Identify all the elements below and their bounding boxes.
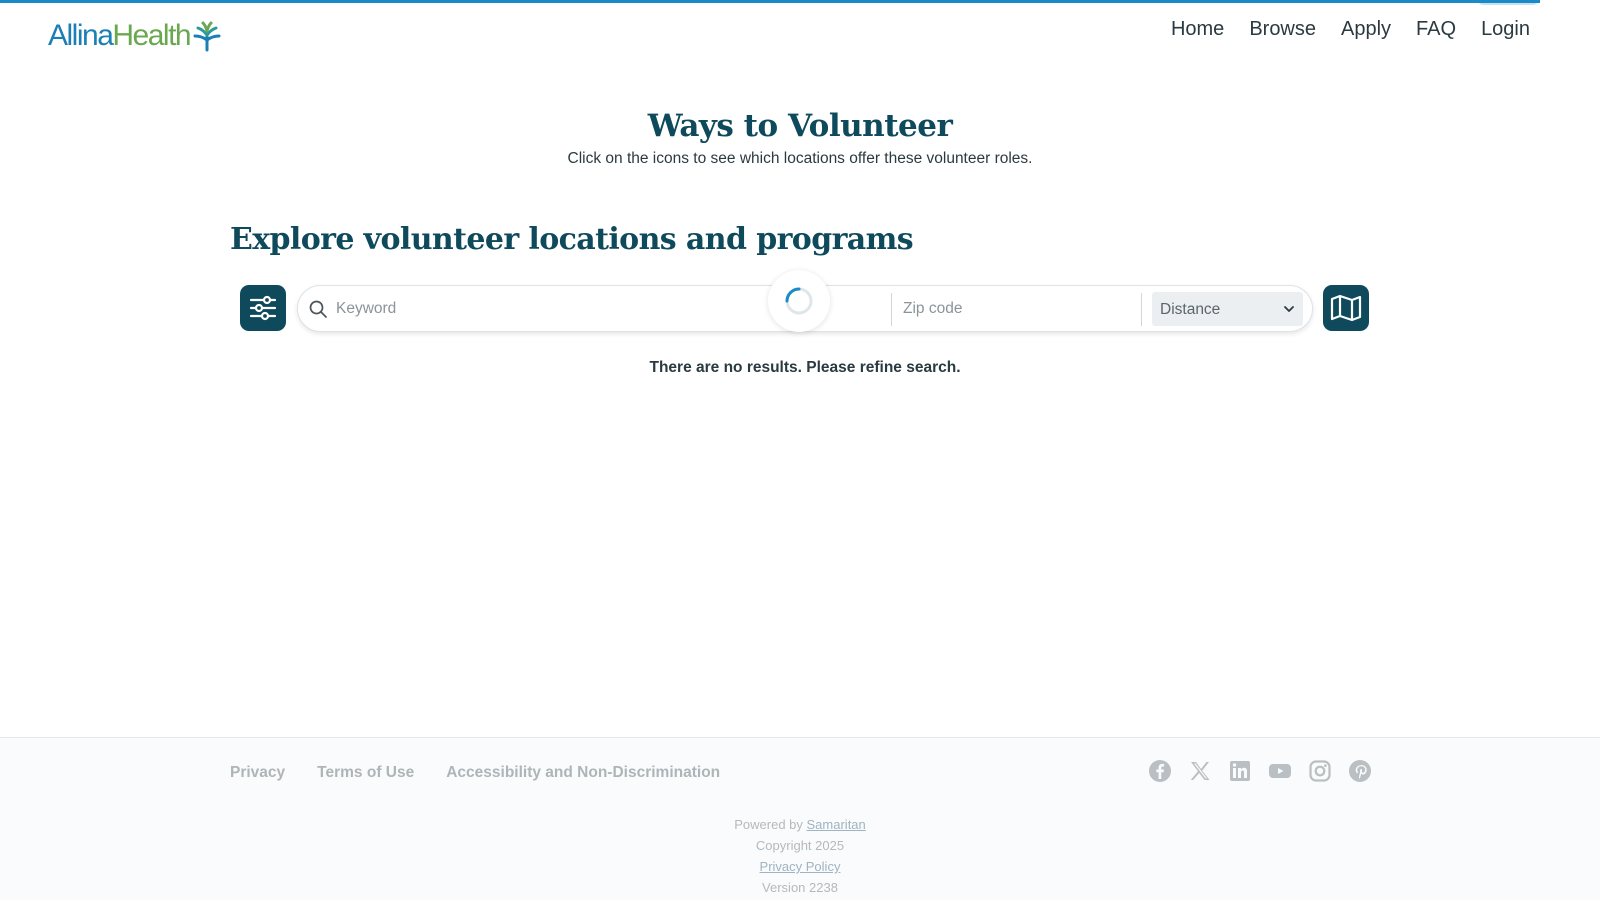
page-title: Ways to Volunteer: [647, 108, 953, 144]
nav-apply[interactable]: Apply: [1341, 16, 1391, 42]
map-view-button[interactable]: [1323, 285, 1369, 331]
distance-select[interactable]: Distance: [1152, 292, 1303, 326]
search-icon: [309, 300, 327, 318]
allina-health-mark-icon: [193, 21, 221, 52]
powered-by-prefix: Powered by: [734, 817, 803, 832]
filter-button[interactable]: [240, 285, 286, 331]
sliders-icon: [249, 295, 277, 321]
brand-name-health: Health: [112, 19, 191, 52]
x-twitter-icon[interactable]: [1188, 759, 1212, 783]
spinner-icon: [785, 287, 813, 315]
version-text: Version 2238: [762, 880, 838, 895]
footer-links: Privacy Terms of Use Accessibility and N…: [230, 764, 720, 782]
brand-logo[interactable]: AllinaHealth: [48, 18, 222, 54]
search-divider: [891, 293, 892, 326]
main-nav: Home Browse Apply FAQ Login: [1171, 16, 1530, 42]
facebook-icon[interactable]: [1148, 759, 1172, 783]
linkedin-icon[interactable]: [1228, 759, 1252, 783]
brand-name-allina: Allina: [48, 19, 114, 52]
social-links: [1148, 759, 1372, 783]
site-footer: Privacy Terms of Use Accessibility and N…: [0, 737, 1600, 900]
samaritan-link[interactable]: Samaritan: [807, 817, 866, 832]
powered-by-line: Powered by Samaritan: [0, 814, 1600, 835]
page-subtitle: Click on the icons to see which location…: [567, 150, 1033, 167]
footer-link-accessibility[interactable]: Accessibility and Non-Discrimination: [446, 764, 720, 782]
nav-browse[interactable]: Browse: [1249, 16, 1316, 42]
instagram-icon[interactable]: [1308, 759, 1332, 783]
brand-wordmark: AllinaHealth: [48, 19, 192, 52]
nav-login[interactable]: Login: [1481, 16, 1530, 42]
footer-meta: Powered by Samaritan Copyright 2025 Priv…: [0, 814, 1600, 898]
zip-code-input[interactable]: [903, 294, 1133, 324]
search-divider: [1141, 293, 1142, 326]
footer-link-terms[interactable]: Terms of Use: [317, 764, 414, 782]
hero-section: Ways to Volunteer Click on the icons to …: [0, 108, 1600, 168]
privacy-policy-link[interactable]: Privacy Policy: [760, 859, 841, 874]
no-results-message: There are no results. Please refine sear…: [649, 359, 961, 376]
copyright-text: Copyright 2025: [755, 838, 845, 853]
footer-link-privacy[interactable]: Privacy: [230, 764, 285, 782]
loading-spinner: [768, 270, 830, 332]
nav-faq[interactable]: FAQ: [1416, 16, 1456, 42]
map-icon: [1330, 294, 1362, 322]
site-header: AllinaHealth Home Browse Apply FAQ Login: [0, 0, 1600, 72]
nav-home[interactable]: Home: [1171, 16, 1224, 42]
explore-heading: Explore volunteer locations and programs: [230, 222, 914, 257]
youtube-icon[interactable]: [1268, 759, 1292, 783]
pinterest-icon[interactable]: [1348, 759, 1372, 783]
